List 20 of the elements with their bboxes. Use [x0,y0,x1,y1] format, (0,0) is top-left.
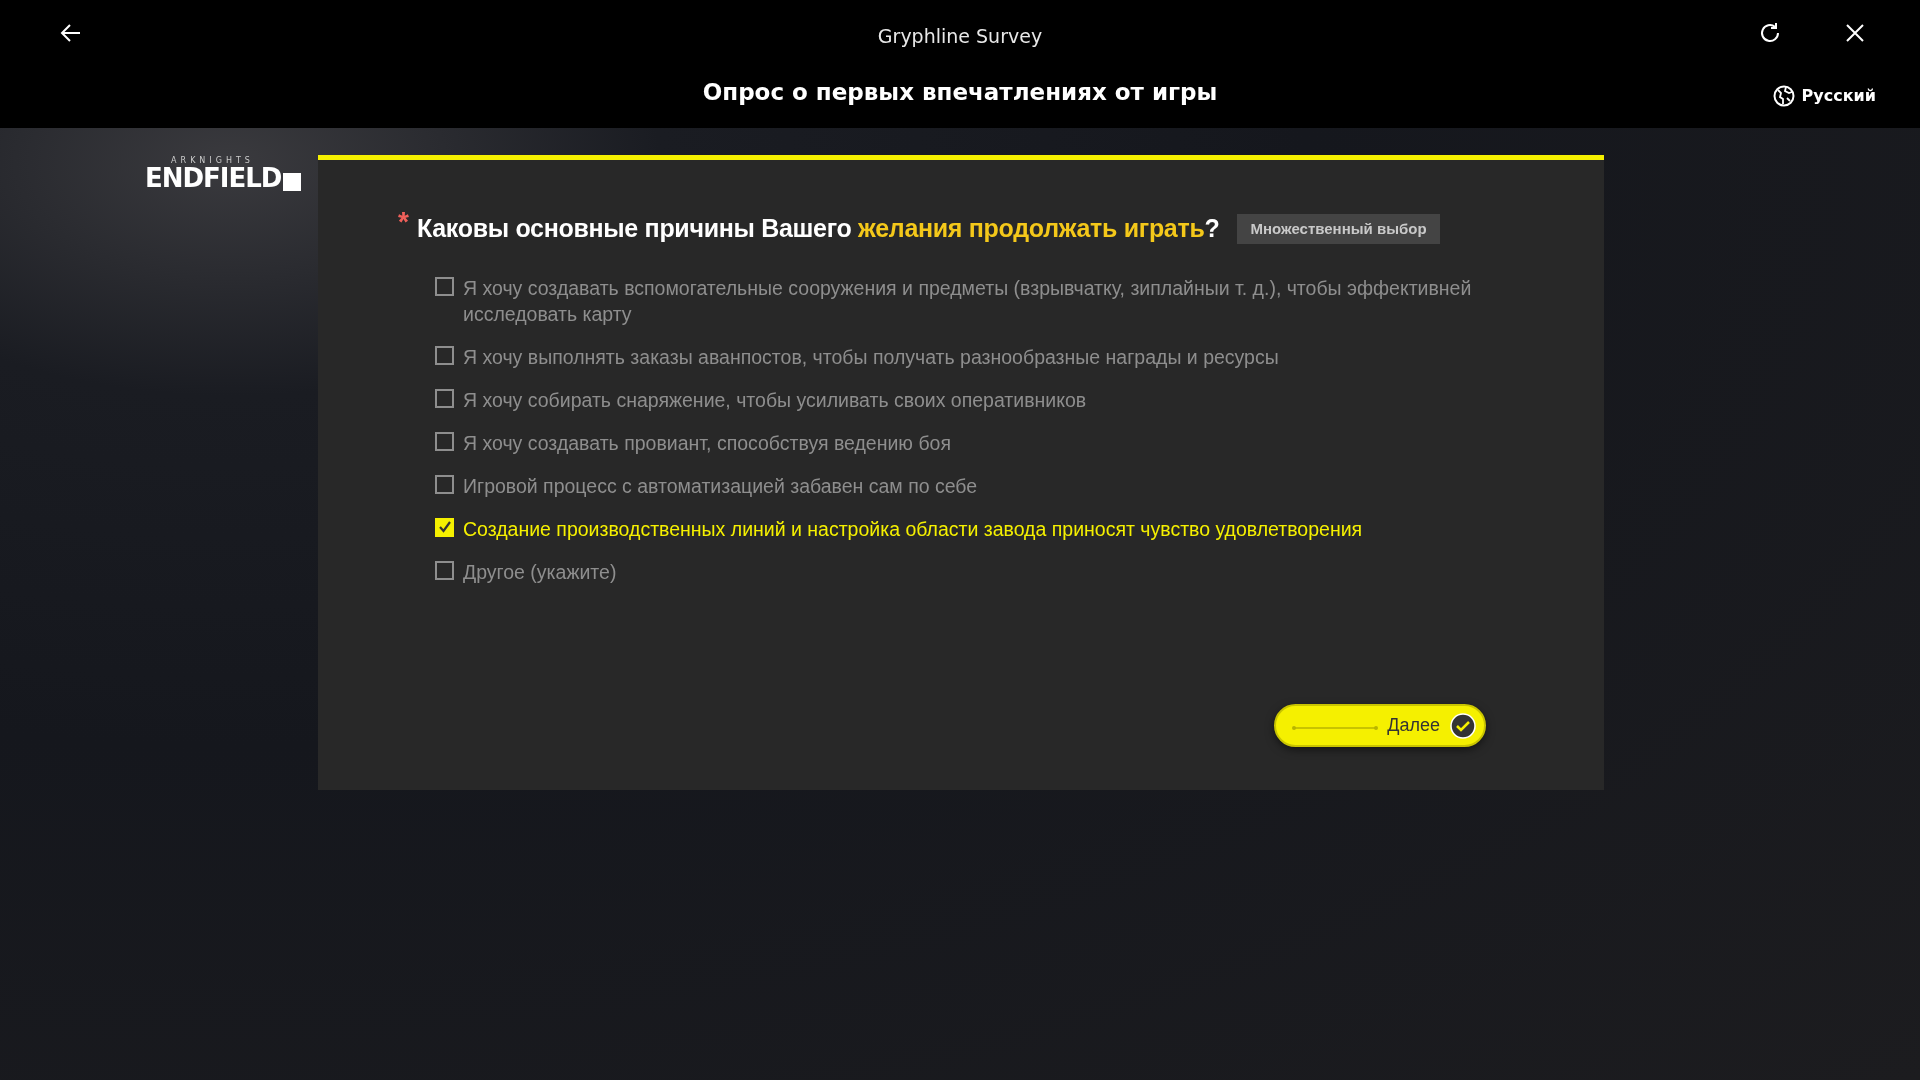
question-type-label: Множественный выбор [1237,213,1440,244]
option-checkbox[interactable]: Я хочу собирать снаряжение, чтобы усиливать своих оперативников [435,386,1480,413]
option-checkbox[interactable]: Я хочу выполнять заказы аванпостов, чтобы получать разнообразные награды и ресурсы [435,343,1480,370]
option-checkbox[interactable]: Создание производственных линий и настройка области завода приносят чувство удовлетворения [435,515,1480,542]
language-button[interactable]: Русский [1765,83,1882,109]
window-title: Gryphline Survey [877,24,1043,49]
question-text: Каковы основные причины Вашего желания продолжать играть? [416,213,1220,244]
option-checkbox[interactable]: Я хочу создавать провиант, способствуя ведению боя [435,429,1480,456]
logo-square-icon [283,173,302,191]
next-button[interactable]: Далее [1274,704,1486,747]
globe-icon [1771,84,1796,108]
survey-title: Опрос о первых впечатлениях от игры [702,77,1218,107]
logo-wordmark: ENDFIELD [145,165,282,191]
option-checkbox[interactable]: Другое (укажите) [435,558,1480,585]
option-checkbox[interactable]: Игровой процесс с автоматизацией забавен сам по себе [435,472,1480,499]
option-checkbox[interactable]: Я хочу создавать вспомогательные сооружения и предметы (взрывчатку, зиплайныи т. д.), чтобы эффективней исследовать карту [435,274,1480,327]
logo-tagline: ARKNIGHTS [170,157,255,165]
line-decoration-icon [1291,725,1379,731]
check-circle-icon [1450,712,1476,739]
required-mark: * [398,208,409,236]
